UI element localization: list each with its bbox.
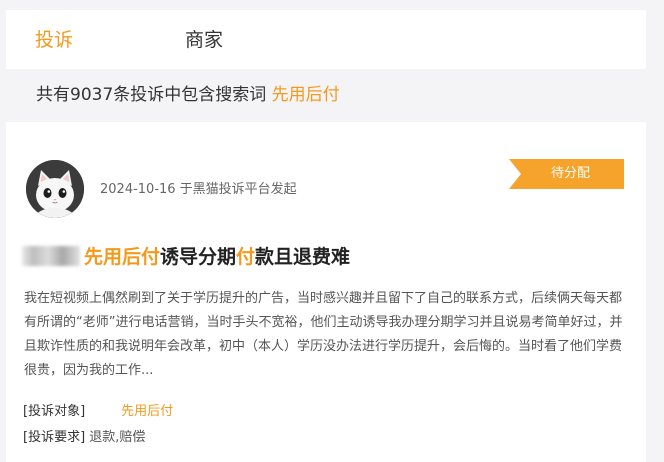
tab-complaints[interactable]: 投诉	[35, 28, 73, 52]
complaint-request: [投诉要求] 退款,赔偿	[23, 428, 145, 448]
title-text-end: 款且退费难	[255, 246, 351, 268]
title-text: 诱导分期	[160, 246, 237, 268]
status-badge-label: 待分配	[550, 166, 590, 181]
tab-merchants[interactable]: 商家	[185, 28, 223, 52]
complaint-card[interactable]: 2024-10-16 于黑猫投诉平台发起 待分配 先用后付诱导分期付款且退费难 …	[6, 122, 646, 462]
target-label: [投诉对象]	[23, 404, 86, 419]
redacted-text	[85, 402, 122, 418]
cat-avatar-graphic	[26, 160, 84, 218]
search-summary: 共有9037条投诉中包含搜索词 先用后付	[36, 83, 340, 107]
tab-bar: 投诉 商家	[6, 10, 646, 69]
summary-text: 共有9037条投诉中包含搜索词	[36, 85, 272, 105]
title-keyword: 先用后付	[84, 246, 161, 268]
complaint-body: 我在短视频上偶然刷到了关于学历提升的广告，当时感兴趣并且留下了自己的联系方式，后…	[24, 291, 623, 378]
search-keyword: 先用后付	[271, 85, 340, 105]
request-label: [投诉要求]	[23, 430, 86, 445]
complaint-title[interactable]: 先用后付诱导分期付款且退费难	[22, 244, 350, 270]
status-badge[interactable]: 待分配	[509, 159, 624, 189]
cat-avatar-icon[interactable]	[26, 160, 84, 218]
request-value: 退款,赔偿	[89, 430, 146, 445]
title-keyword-2: 付	[236, 246, 256, 268]
target-value[interactable]: 先用后付	[121, 404, 173, 419]
complaint-target: [投诉对象] 先用后付	[23, 402, 173, 422]
complaint-meta: 2024-10-16 于黑猫投诉平台发起	[100, 182, 297, 197]
redacted-text	[22, 246, 80, 266]
